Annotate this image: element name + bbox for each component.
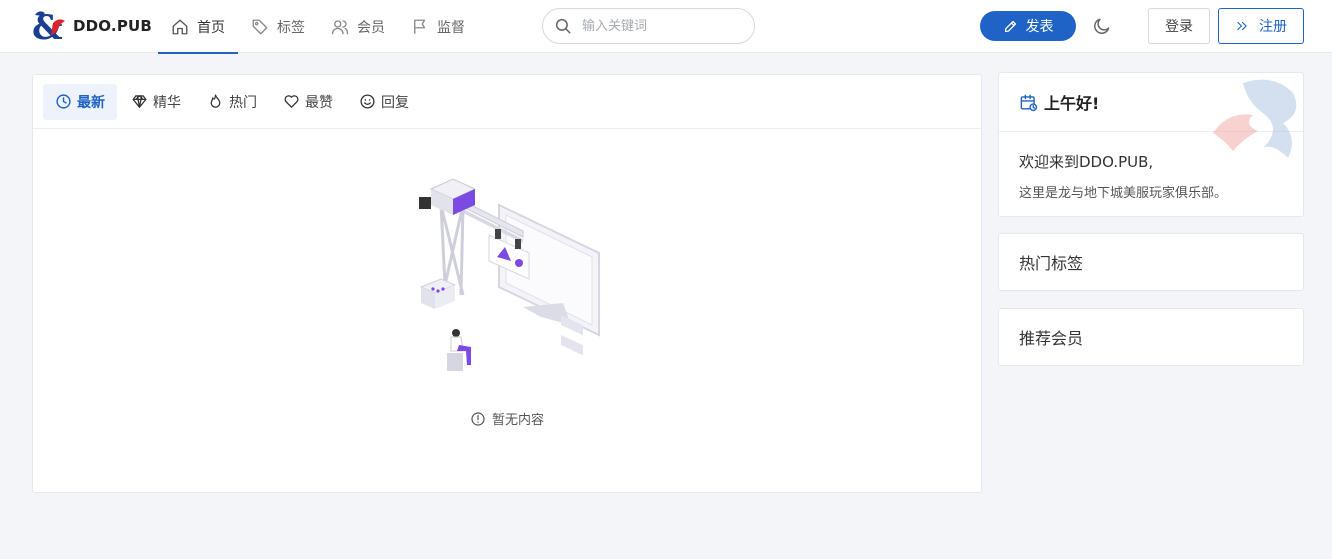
tab-replies[interactable]: 回复	[347, 84, 421, 120]
nav-item-tags[interactable]: 标签	[238, 0, 318, 53]
welcome-description: 这里是龙与地下城美服玩家俱乐部。	[1019, 186, 1228, 201]
feed-tabs: 最新 精华 热门 最赞 回复	[33, 75, 981, 129]
users-icon	[331, 19, 349, 34]
home-icon	[172, 19, 188, 34]
tab-label: 精华	[153, 94, 181, 111]
register-button-label: 注册	[1259, 19, 1287, 35]
login-button-label: 登录	[1165, 19, 1193, 35]
tab-label: 回复	[381, 94, 409, 111]
moon-icon[interactable]	[1092, 16, 1112, 36]
hot-tags-card: 热门标签	[998, 233, 1304, 291]
nav-item-label: 会员	[357, 19, 385, 36]
empty-message: 暂无内容	[33, 409, 981, 428]
diamond-icon	[132, 95, 147, 108]
greeting-text: 上午好!	[1044, 94, 1100, 113]
post-button-label: 发表	[1025, 19, 1054, 35]
top-header: & DDO.PUB 首页 标签 会员 监督 发表 登录	[0, 0, 1332, 54]
nav-item-members[interactable]: 会员	[318, 0, 398, 53]
hot-tags-title: 热门标签	[1019, 254, 1084, 273]
welcome-title: 欢迎来到DDO.PUB,	[1019, 153, 1154, 171]
tab-label: 热门	[229, 94, 257, 111]
tab-featured[interactable]: 精华	[119, 84, 193, 120]
recommended-members-title: 推荐会员	[1019, 329, 1084, 348]
tab-label: 最新	[77, 94, 105, 111]
post-button[interactable]: 发表	[980, 11, 1076, 41]
dragon-watermark-icon	[1213, 79, 1297, 158]
nav-item-label: 标签	[277, 19, 305, 36]
calendar-clock-icon	[1020, 94, 1038, 111]
nav-item-label: 监督	[437, 19, 465, 36]
tab-latest[interactable]: 最新	[43, 83, 117, 120]
empty-message-text: 暂无内容	[491, 413, 544, 428]
flag-icon	[414, 19, 426, 34]
empty-illustration-icon	[419, 178, 600, 371]
heart-icon	[284, 95, 299, 108]
feed-card: 最新 精华 热门 最赞 回复 暂无内容	[32, 74, 982, 493]
register-button[interactable]: 注册	[1218, 8, 1304, 44]
info-circle-icon	[471, 411, 485, 426]
welcome-card: 上午好! 欢迎来到DDO.PUB, 这里是龙与地下城美服玩家俱乐部。	[998, 72, 1304, 217]
tag-icon	[252, 19, 268, 34]
search-input[interactable]	[582, 18, 732, 34]
clock-icon	[56, 94, 71, 109]
login-button[interactable]: 登录	[1148, 8, 1210, 44]
smile-icon	[360, 94, 375, 109]
flame-icon	[210, 94, 221, 108]
tab-most-liked[interactable]: 最赞	[271, 84, 345, 120]
search-box	[542, 8, 755, 44]
nav-item-label: 首页	[197, 19, 225, 36]
site-name: DDO.PUB	[73, 17, 153, 35]
main-nav: 首页 标签 会员 监督	[158, 0, 478, 54]
nav-item-supervise[interactable]: 监督	[398, 0, 478, 53]
recommended-members-card: 推荐会员	[998, 308, 1304, 366]
chevrons-right-icon	[1237, 21, 1247, 31]
search-icon	[555, 18, 571, 34]
pencil-icon	[1004, 20, 1016, 32]
tab-label: 最赞	[305, 94, 333, 111]
site-logo[interactable]: & DDO.PUB	[31, 9, 152, 43]
tab-hot[interactable]: 热门	[195, 84, 269, 120]
ampersand-dragon-logo-icon: &	[32, 9, 65, 43]
empty-state: 暂无内容	[33, 129, 981, 493]
nav-item-home[interactable]: 首页	[158, 0, 238, 54]
